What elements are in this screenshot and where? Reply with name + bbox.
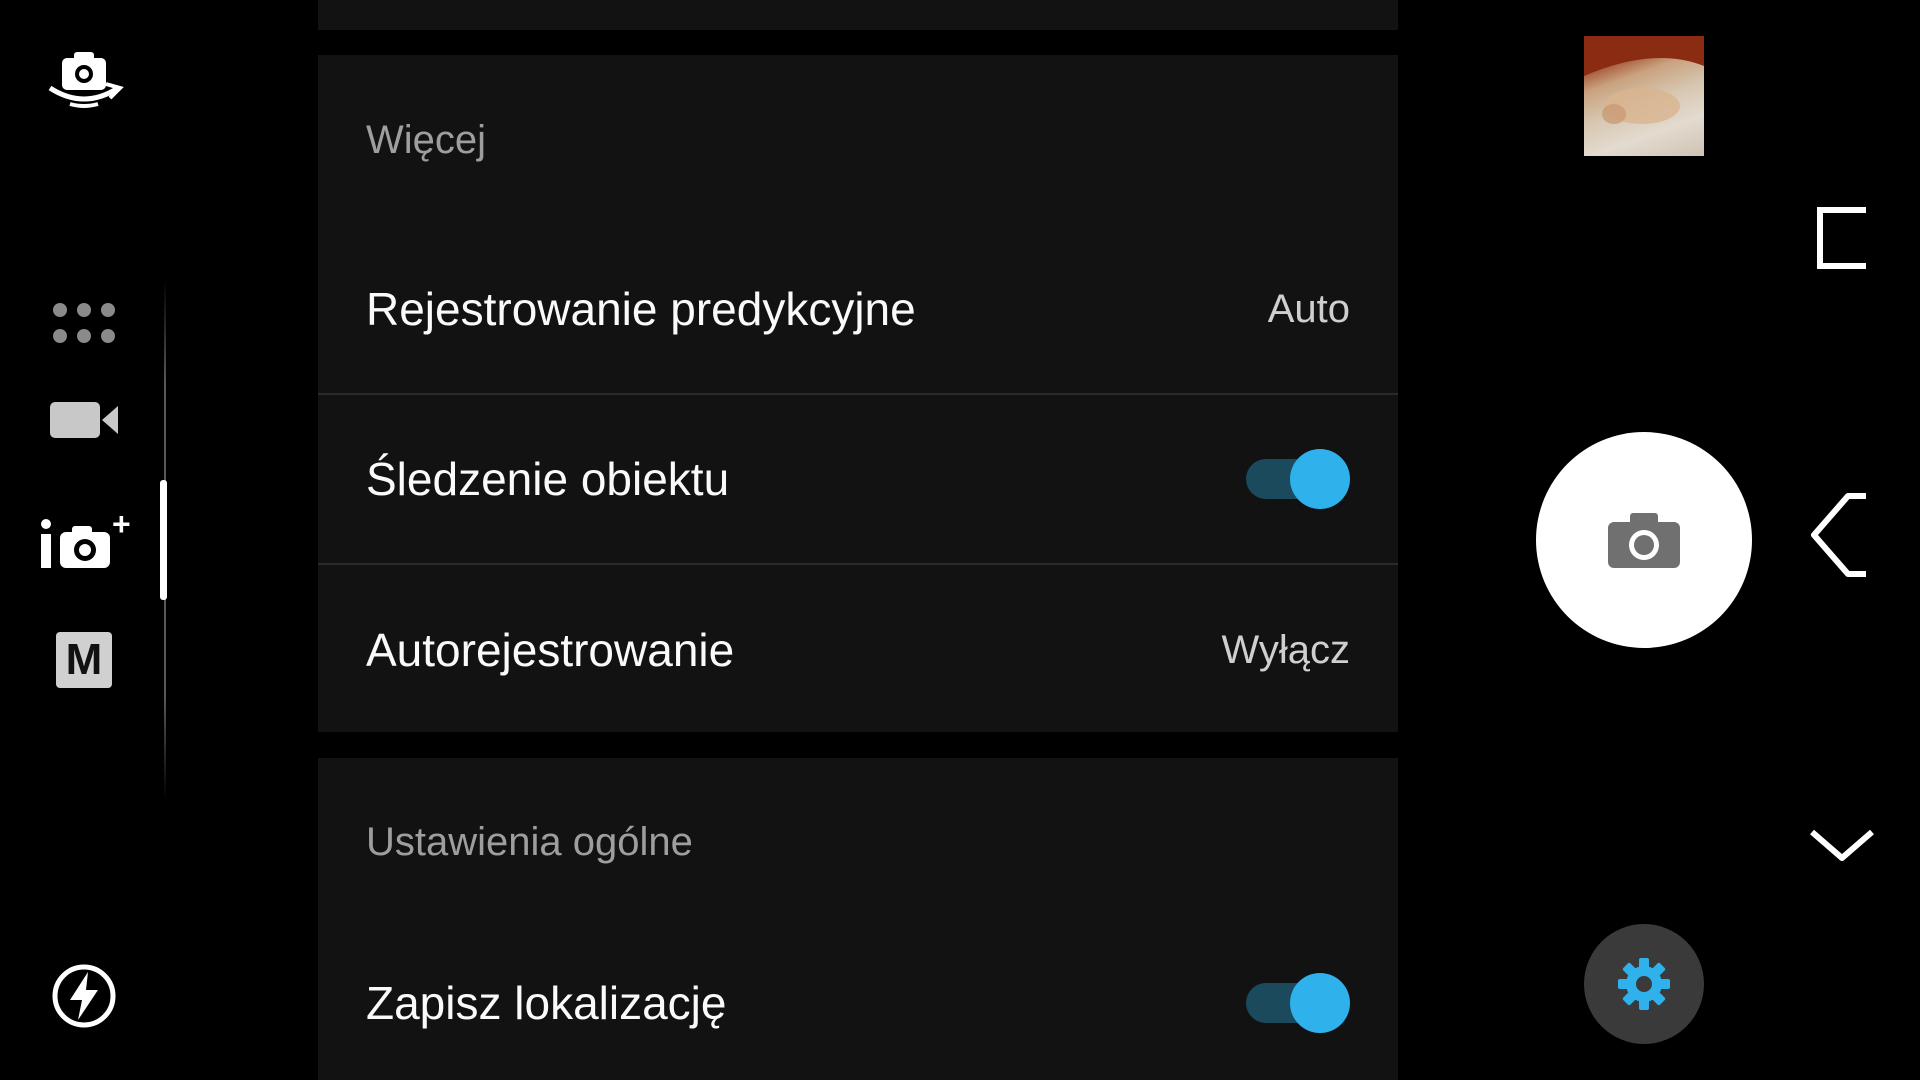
back-icon [1811,493,1866,577]
settings-section-general: Ustawienia ogólne Zapisz lokalizację [318,758,1398,1080]
setting-label: Śledzenie obiektu [366,453,730,505]
setting-row-save-location[interactable]: Zapisz lokalizację [318,926,1398,1080]
save-location-toggle[interactable] [1246,973,1350,1033]
settings-section-previous [318,0,1398,30]
collapse-chevron-icon [1810,829,1874,861]
section-header: Więcej [366,117,487,162]
setting-row-auto-capture[interactable]: Autorejestrowanie Wyłącz [318,565,1398,735]
toggle-knob [1290,449,1350,509]
mode-rail-active-indicator [160,480,167,600]
setting-row-predictive-capture[interactable]: Rejestrowanie predykcyjne Auto [318,225,1398,395]
superior-auto-plus: + [112,506,131,542]
setting-label: Zapisz lokalizację [366,977,727,1029]
section-header: Ustawienia ogólne [366,819,693,864]
shutter-camera-icon [1608,513,1680,568]
superior-auto-icon[interactable]: + [38,506,138,572]
video-mode-icon[interactable] [48,396,120,444]
setting-label: Autorejestrowanie [366,624,735,676]
manual-mode-letter: M [65,635,103,684]
back-button[interactable] [1804,490,1874,580]
settings-button[interactable] [1584,924,1704,1044]
last-photo-thumbnail[interactable] [1584,36,1704,156]
setting-row-object-tracking[interactable]: Śledzenie obiektu [318,395,1398,565]
object-tracking-toggle[interactable] [1246,449,1350,509]
settings-gear-icon [1618,958,1670,1010]
switch-camera-icon[interactable] [40,44,128,120]
manual-mode-icon[interactable]: M [56,632,112,688]
setting-label: Rejestrowanie predykcyjne [366,283,916,335]
toggle-knob [1290,973,1350,1033]
recents-icon [1817,207,1866,269]
collapse-button[interactable] [1806,824,1878,868]
flash-auto-icon[interactable] [50,962,118,1030]
setting-value: Wyłącz [1221,627,1350,672]
app-grid-icon[interactable] [48,300,120,348]
recents-button[interactable] [1812,204,1872,272]
shutter-button[interactable] [1536,432,1752,648]
settings-section-more: Więcej Rejestrowanie predykcyjne Auto Śl… [318,55,1398,732]
setting-value: Auto [1267,286,1350,331]
